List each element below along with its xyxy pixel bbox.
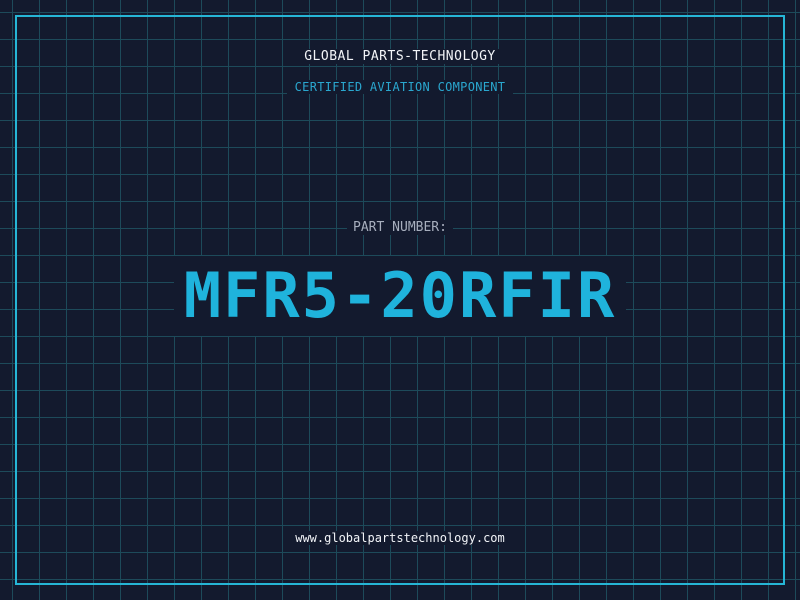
part-number: MFR5-20RFIR xyxy=(0,256,800,336)
part-label-card: GLOBAL PARTS-TECHNOLOGY CERTIFIED AVIATI… xyxy=(0,0,800,600)
company-name-text: GLOBAL PARTS-TECHNOLOGY xyxy=(296,49,504,64)
company-name: GLOBAL PARTS-TECHNOLOGY xyxy=(0,49,800,64)
part-number-value: MFR5-20RFIR xyxy=(173,256,627,336)
tagline: CERTIFIED AVIATION COMPONENT xyxy=(0,80,800,94)
part-number-label-text: PART NUMBER: xyxy=(347,220,453,235)
part-number-label: PART NUMBER: xyxy=(0,220,800,235)
tagline-text: CERTIFIED AVIATION COMPONENT xyxy=(286,80,514,94)
website-text: www.globalpartstechnology.com xyxy=(289,531,511,545)
website: www.globalpartstechnology.com xyxy=(0,531,800,545)
